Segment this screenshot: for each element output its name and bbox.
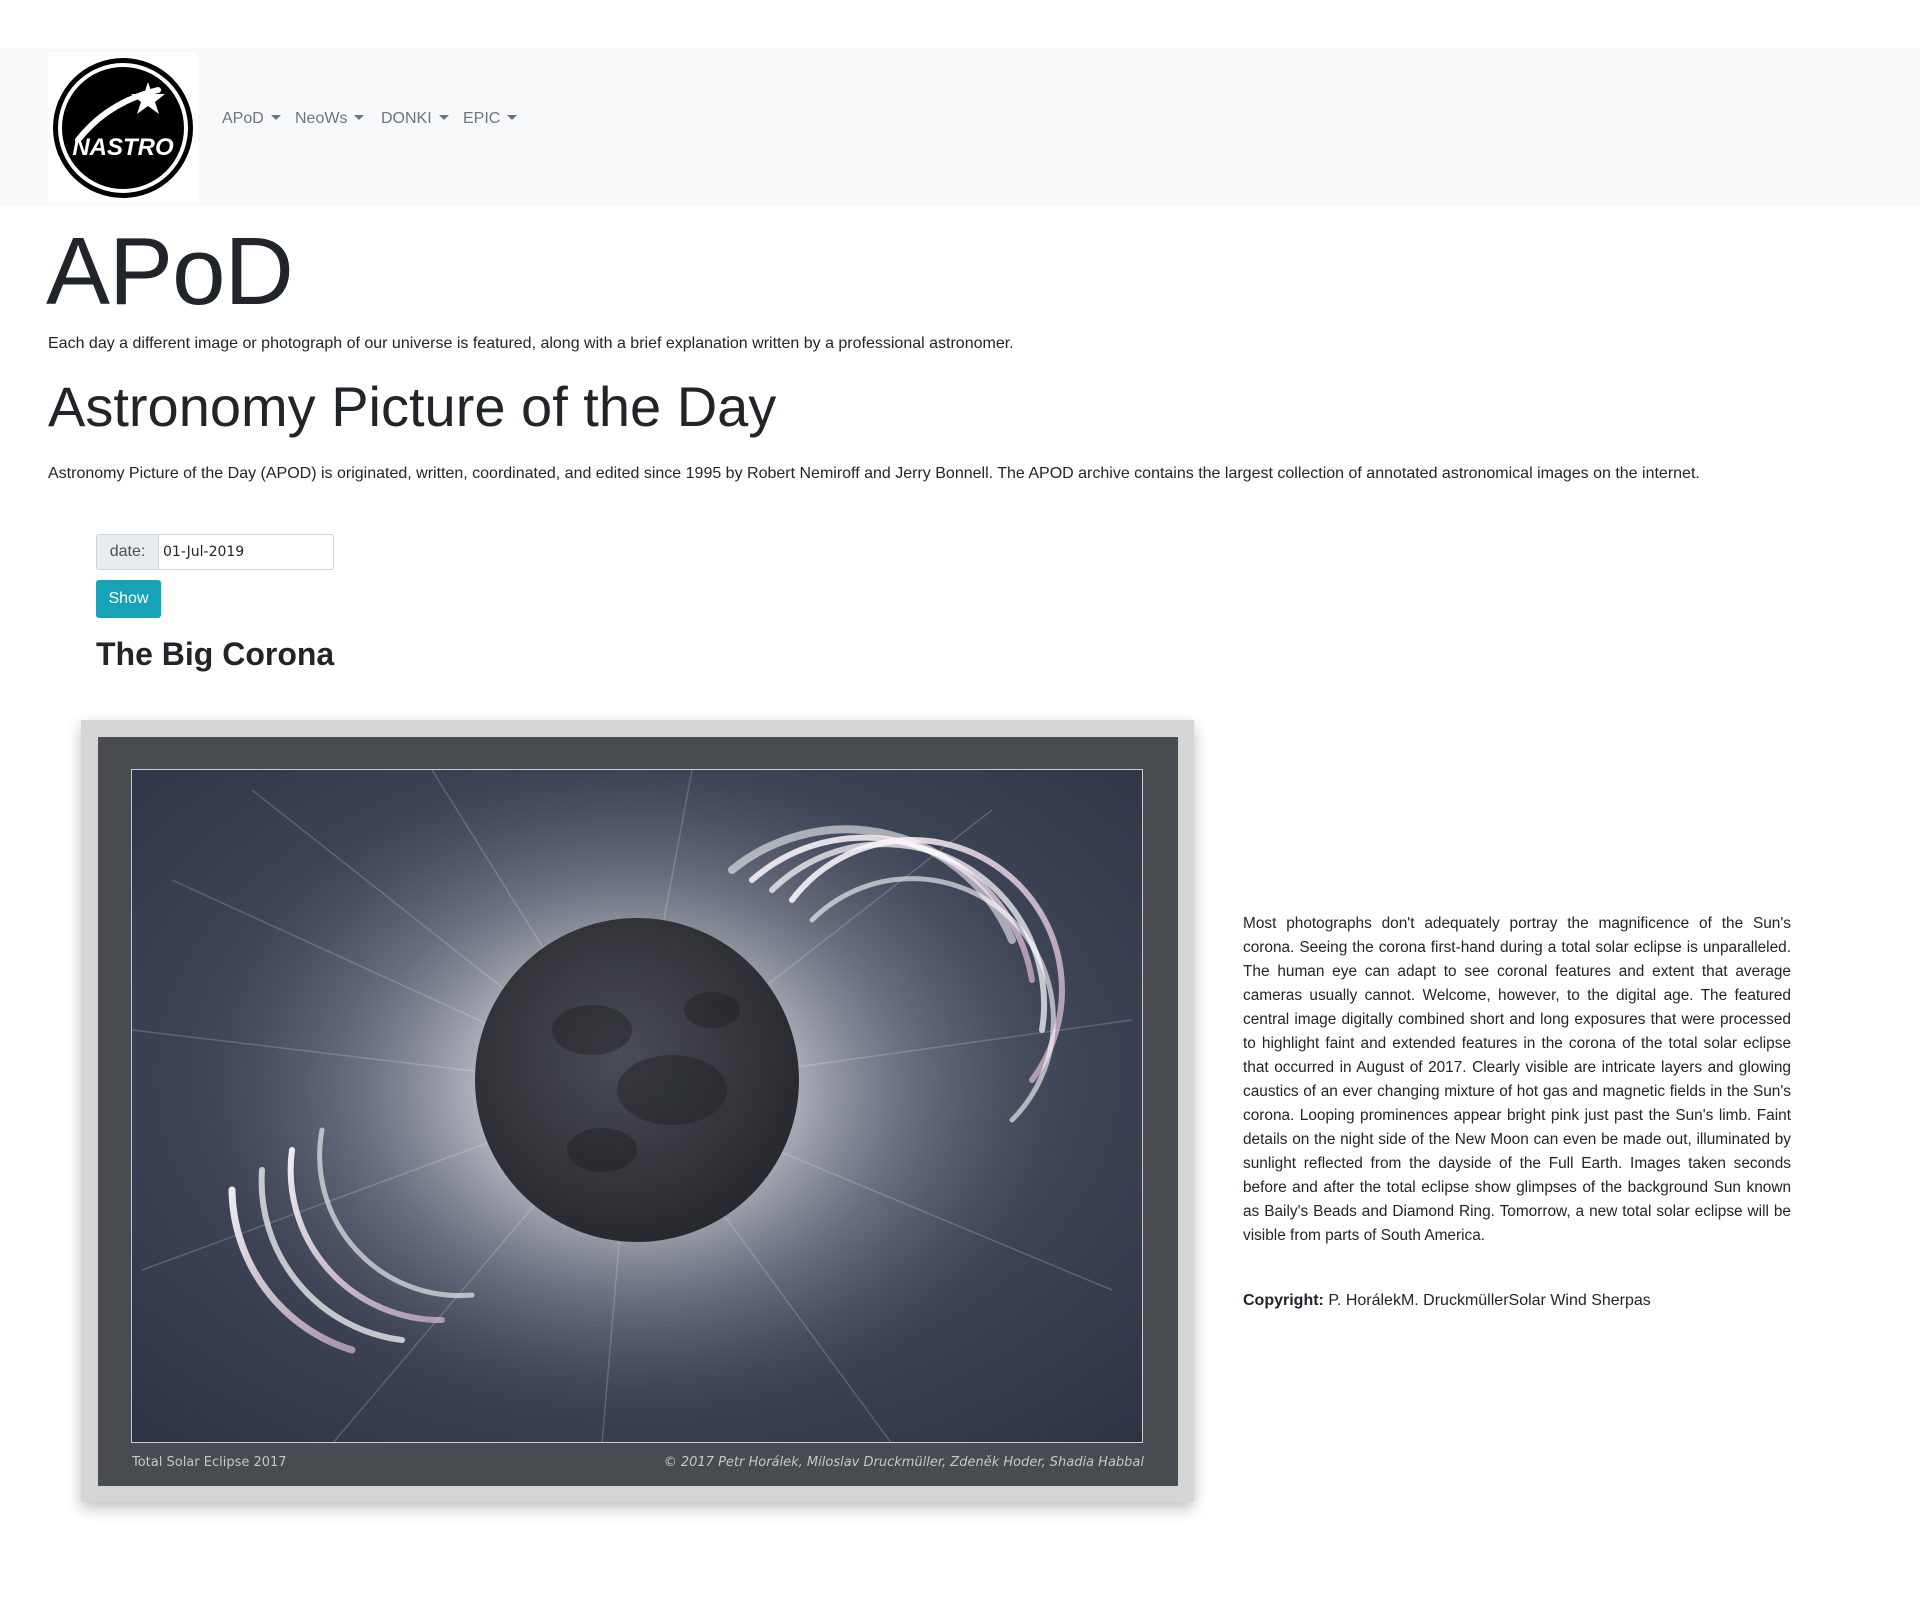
nav-item-label: APoD — [222, 110, 264, 127]
copyright-value: P. HorálekM. DruckmüllerSolar Wind Sherp… — [1323, 1292, 1651, 1309]
caret-down-icon — [270, 115, 281, 120]
nastro-logo[interactable]: NASTRO — [48, 52, 198, 202]
copyright-label: Copyright: — [1243, 1292, 1324, 1309]
image-caption-credit: © 2017 Petr Horálek, Miloslav Druckmülle… — [663, 1455, 1144, 1470]
caret-down-icon — [438, 115, 449, 120]
caret-down-icon — [354, 115, 365, 120]
section-title: Astronomy Picture of the Day — [48, 375, 777, 438]
apod-explanation: Most photographs don't adequately portra… — [1243, 915, 1791, 1244]
nav-item-label: EPIC — [463, 110, 501, 127]
nav-item-label: DONKI — [381, 110, 432, 127]
nav-dropdown-apod[interactable]: APoD — [222, 110, 281, 128]
date-input-group: date: — [96, 534, 334, 570]
apod-copyright: Copyright: P. HorálekM. DruckmüllerSolar… — [1243, 1289, 1651, 1313]
image-caption-title: Total Solar Eclipse 2017 — [132, 1455, 287, 1470]
date-label: date: — [96, 534, 158, 570]
show-button[interactable]: Show — [96, 580, 161, 618]
caret-down-icon — [507, 115, 518, 120]
nav-item-label: NeoWs — [295, 110, 348, 127]
apod-image[interactable] — [131, 769, 1143, 1443]
navbar: NASTRO APoD NeoWs DONKI EPIC — [0, 48, 1920, 206]
apod-title: The Big Corona — [96, 636, 335, 672]
nav-dropdown-neows[interactable]: NeoWs — [295, 110, 365, 128]
section-description: Astronomy Picture of the Day (APOD) is o… — [48, 465, 1700, 482]
nav-dropdown-epic[interactable]: EPIC — [463, 110, 518, 128]
date-input[interactable] — [158, 534, 334, 570]
nav-dropdown-donki[interactable]: DONKI — [381, 110, 449, 128]
logo-text: NASTRO — [72, 134, 174, 161]
page-title: APoD — [46, 218, 294, 325]
page-lead: Each day a different image or photograph… — [48, 335, 1014, 352]
apod-image-frame: Total Solar Eclipse 2017 © 2017 Petr Hor… — [81, 720, 1194, 1502]
apod-image-container: Total Solar Eclipse 2017 © 2017 Petr Hor… — [98, 737, 1178, 1486]
